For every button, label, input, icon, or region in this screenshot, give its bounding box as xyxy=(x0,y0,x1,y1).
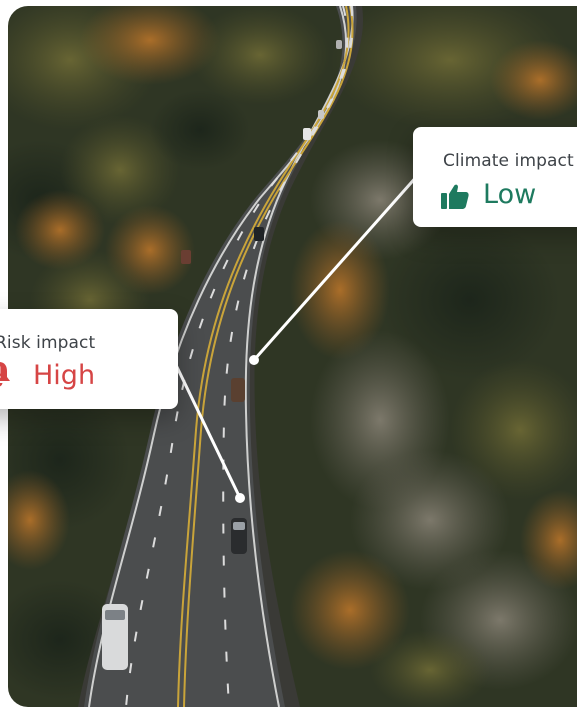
climate-impact-value: Low xyxy=(483,179,537,210)
thumbs-up-icon xyxy=(441,184,469,209)
alert-bell-icon xyxy=(0,362,10,387)
risk-impact-label: Risk impact xyxy=(0,333,96,353)
impact-showcase: Climate impact Low Risk impact High xyxy=(0,0,577,707)
risk-impact-card: Risk impact High xyxy=(0,309,178,409)
climate-impact-label: Climate impact xyxy=(443,151,574,171)
risk-impact-value: High xyxy=(33,360,96,391)
climate-impact-card: Climate impact Low xyxy=(413,127,577,227)
